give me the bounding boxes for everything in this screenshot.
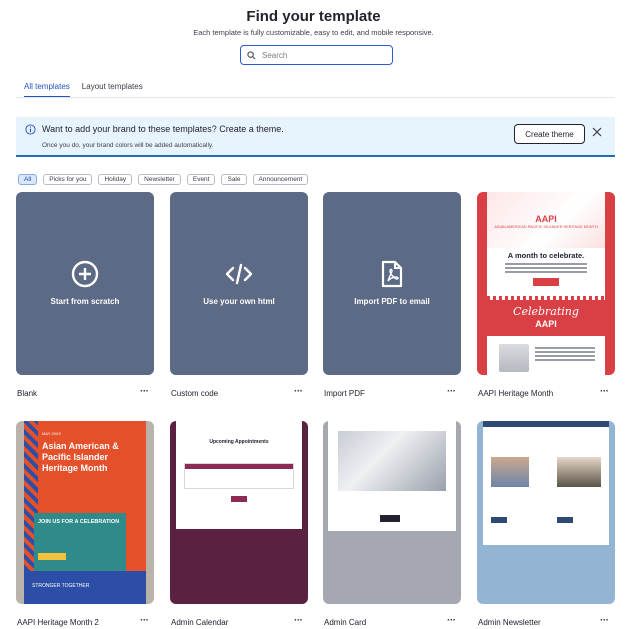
preview-subtitle: ASIAN AMERICAN PACIFIC ISLANDER HERITAGE… bbox=[494, 225, 598, 229]
template-preview: MAY 20XX Asian American & Pacific Island… bbox=[24, 421, 146, 604]
template-card-aapi-heritage-month-2[interactable]: MAY 20XX Asian American & Pacific Island… bbox=[16, 421, 154, 604]
filter-chips: All Picks for you Holiday Newsletter Eve… bbox=[18, 174, 309, 185]
card-action-label: Use your own html bbox=[203, 297, 275, 306]
template-name: AAPI Heritage Month bbox=[478, 389, 554, 398]
preview-heading: Asian American & Pacific Islander Herita… bbox=[42, 441, 119, 473]
more-options-icon[interactable]: ··· bbox=[600, 615, 609, 626]
create-theme-button[interactable]: Create theme bbox=[514, 124, 585, 144]
preview-date: MAY 20XX bbox=[42, 431, 62, 436]
filter-sale[interactable]: Sale bbox=[221, 174, 247, 185]
page-title: Find your template bbox=[246, 8, 381, 25]
template-name: Blank bbox=[17, 389, 38, 398]
tabs-divider bbox=[16, 97, 615, 98]
preview-headline: A month to celebrate. bbox=[507, 251, 585, 260]
more-options-icon[interactable]: ··· bbox=[294, 386, 303, 397]
info-icon bbox=[25, 124, 36, 135]
template-card-admin-newsletter[interactable] bbox=[477, 421, 615, 604]
preview-teal-heading: JOIN US FOR A CELEBRATION bbox=[38, 519, 120, 525]
search-icon bbox=[247, 50, 256, 59]
filter-picks-for-you[interactable]: Picks for you bbox=[43, 174, 93, 185]
template-name: Custom code bbox=[171, 389, 219, 398]
theme-banner: Want to add your brand to these template… bbox=[16, 117, 615, 157]
card-action-label: Start from scratch bbox=[50, 297, 120, 306]
banner-message: Want to add your brand to these template… bbox=[42, 124, 284, 134]
filter-all[interactable]: All bbox=[18, 174, 38, 185]
card-action-label: Import PDF to email bbox=[354, 297, 430, 306]
filter-event[interactable]: Event bbox=[186, 174, 216, 185]
template-card-import-pdf[interactable]: Import PDF to email bbox=[323, 192, 461, 375]
preview-celebrating: Celebrating bbox=[513, 305, 579, 318]
preview-celebrating-aapi: AAPI bbox=[535, 319, 557, 329]
template-name: AAPI Heritage Month 2 bbox=[17, 618, 99, 627]
more-options-icon[interactable]: ··· bbox=[140, 386, 149, 397]
template-preview: AAPI ASIAN AMERICAN PACIFIC ISLANDER HER… bbox=[487, 192, 605, 375]
page-subtitle: Each template is fully customizable, eas… bbox=[193, 28, 434, 37]
template-name: Admin Newsletter bbox=[478, 618, 541, 627]
tab-all-templates[interactable]: All templates bbox=[24, 82, 70, 98]
filter-announcement[interactable]: Announcement bbox=[252, 174, 309, 185]
more-options-icon[interactable]: ··· bbox=[447, 615, 456, 626]
more-options-icon[interactable]: ··· bbox=[140, 615, 149, 626]
close-icon[interactable] bbox=[592, 127, 602, 137]
filter-holiday[interactable]: Holiday bbox=[98, 174, 133, 185]
pdf-icon bbox=[381, 260, 403, 288]
tab-layout-templates[interactable]: Layout templates bbox=[82, 82, 143, 98]
template-preview: Upcoming Appointments bbox=[176, 421, 302, 529]
template-preview bbox=[328, 421, 456, 531]
template-name: Import PDF bbox=[324, 389, 365, 398]
filter-newsletter[interactable]: Newsletter bbox=[138, 174, 181, 185]
template-card-admin-calendar[interactable]: Upcoming Appointments bbox=[170, 421, 308, 604]
plus-circle-icon bbox=[71, 260, 99, 288]
preview-bottom-text: STRONGER TOGETHER bbox=[32, 583, 90, 589]
template-card-admin-card[interactable] bbox=[323, 421, 461, 604]
code-icon bbox=[225, 263, 253, 285]
template-card-custom-code[interactable]: Use your own html bbox=[170, 192, 308, 375]
template-card-aapi-heritage-month[interactable]: AAPI ASIAN AMERICAN PACIFIC ISLANDER HER… bbox=[477, 192, 615, 375]
search-box[interactable] bbox=[240, 45, 393, 65]
banner-subtext: Once you do, your brand colors will be a… bbox=[42, 142, 214, 149]
template-name: Admin Card bbox=[324, 618, 367, 627]
more-options-icon[interactable]: ··· bbox=[294, 615, 303, 626]
template-name: Admin Calendar bbox=[171, 618, 229, 627]
template-card-blank[interactable]: Start from scratch bbox=[16, 192, 154, 375]
preview-heading: Upcoming Appointments bbox=[209, 439, 269, 445]
preview-title: AAPI bbox=[535, 214, 557, 224]
template-preview bbox=[483, 421, 609, 545]
more-options-icon[interactable]: ··· bbox=[600, 386, 609, 397]
search-input[interactable] bbox=[262, 50, 382, 60]
more-options-icon[interactable]: ··· bbox=[447, 386, 456, 397]
